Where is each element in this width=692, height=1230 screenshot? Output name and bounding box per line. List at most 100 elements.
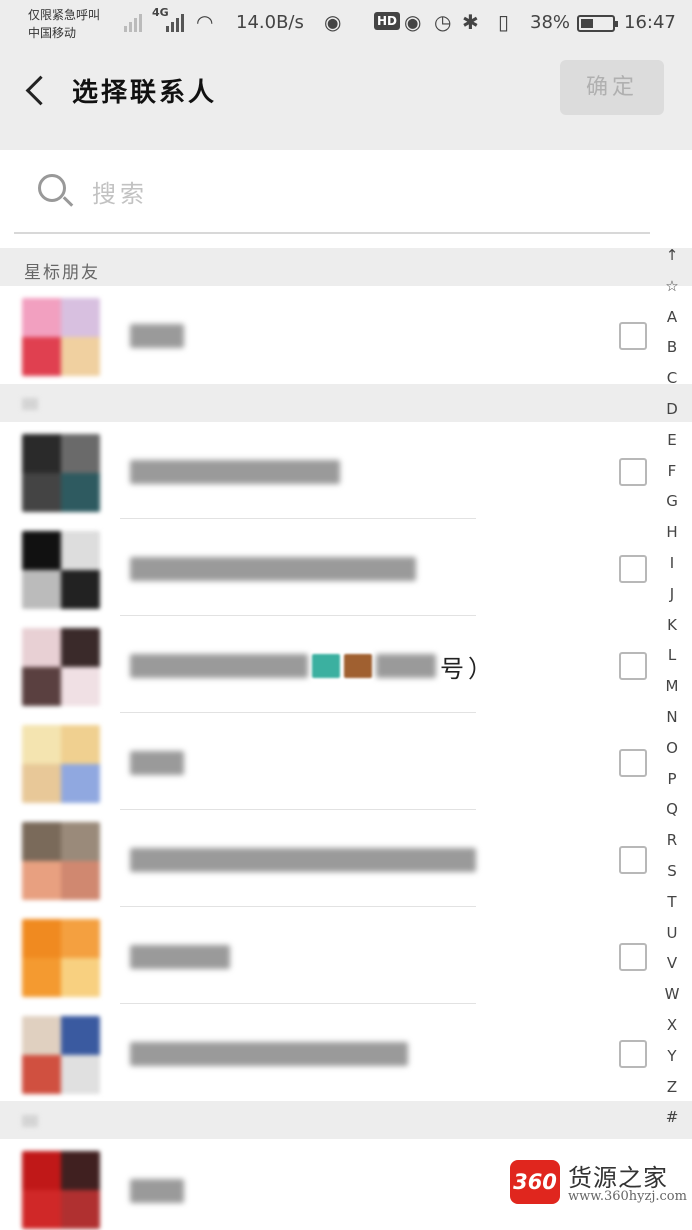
- index-letter[interactable]: #: [652, 1108, 692, 1126]
- contact-name: [130, 846, 476, 874]
- network-speed: 14.0B/s: [236, 12, 304, 33]
- alarm-icon: ◷: [434, 10, 452, 34]
- index-letter[interactable]: F: [652, 462, 692, 480]
- index-letter[interactable]: Y: [652, 1047, 692, 1065]
- contact-picker-screen: 仅限紧急呼叫 中国移动 4G ◠ 14.0B/s ◉ HD ◉ ◷ ✱ ▯ 38…: [0, 0, 692, 1230]
- index-letter[interactable]: Q: [652, 800, 692, 818]
- index-letter[interactable]: C: [652, 369, 692, 387]
- contact-checkbox[interactable]: [619, 1040, 647, 1068]
- avatar: [22, 919, 100, 997]
- search-icon: [38, 174, 74, 210]
- back-button[interactable]: [20, 70, 50, 110]
- contact-row[interactable]: 号）: [0, 616, 692, 713]
- vibrate-icon: ▯: [498, 10, 510, 34]
- carrier-name: 中国移动: [28, 26, 77, 40]
- battery-icon: [577, 15, 618, 32]
- watermark-title: 货源之家: [568, 1164, 668, 1192]
- section-label: 星标朋友: [24, 263, 100, 283]
- index-letter[interactable]: Z: [652, 1078, 692, 1096]
- avatar: [22, 434, 100, 512]
- contact-name: [130, 458, 340, 486]
- contact-row[interactable]: [0, 1004, 692, 1101]
- index-letter[interactable]: H: [652, 523, 692, 541]
- contact-name: [130, 555, 416, 583]
- signal-2-icon: [166, 12, 184, 32]
- contact-checkbox[interactable]: [619, 322, 647, 350]
- emoji-icon: [312, 654, 340, 678]
- watermark-url: www.360hyzj.com: [568, 1189, 687, 1204]
- index-letter[interactable]: A: [652, 308, 692, 326]
- contact-name: 号）: [130, 652, 496, 683]
- page-title: 选择联系人: [72, 78, 218, 108]
- emoji-icon: [344, 654, 372, 678]
- contact-checkbox[interactable]: [619, 846, 647, 874]
- contact-name: [130, 943, 230, 971]
- battery-percent: 38%: [530, 12, 571, 33]
- index-letter[interactable]: B: [652, 338, 692, 356]
- index-letter[interactable]: U: [652, 924, 692, 942]
- avatar: [22, 628, 100, 706]
- index-letter[interactable]: T: [652, 893, 692, 911]
- header-spacer: [0, 130, 692, 150]
- watermark-badge: 360: [510, 1160, 560, 1204]
- section-letter-blurred: [22, 1115, 38, 1127]
- section-header: [0, 384, 692, 422]
- contact-name-visible: 号）: [440, 654, 496, 683]
- index-letter[interactable]: J: [652, 585, 692, 603]
- avatar: [22, 725, 100, 803]
- contact-row[interactable]: [0, 422, 692, 519]
- contact-row[interactable]: [0, 713, 692, 810]
- search-bar: [0, 150, 692, 246]
- index-letter[interactable]: R: [652, 831, 692, 849]
- bluetooth-icon: ✱: [462, 10, 479, 34]
- index-letter[interactable]: X: [652, 1016, 692, 1034]
- contact-checkbox[interactable]: [619, 652, 647, 680]
- index-letter[interactable]: V: [652, 954, 692, 972]
- carrier-info: 仅限紧急呼叫 中国移动: [28, 6, 100, 42]
- index-letter[interactable]: O: [652, 739, 692, 757]
- contact-row[interactable]: [0, 907, 692, 1004]
- contact-name: [130, 1177, 184, 1205]
- avatar: [22, 531, 100, 609]
- status-bar: 仅限紧急呼叫 中国移动 4G ◠ 14.0B/s ◉ HD ◉ ◷ ✱ ▯ 38…: [0, 0, 692, 50]
- index-letter[interactable]: S: [652, 862, 692, 880]
- contact-row[interactable]: [0, 519, 692, 616]
- index-letter[interactable]: D: [652, 400, 692, 418]
- index-letter[interactable]: ☆: [652, 277, 692, 295]
- index-letter[interactable]: E: [652, 431, 692, 449]
- carrier-emergency-text: 仅限紧急呼叫: [28, 8, 101, 22]
- index-letter[interactable]: P: [652, 770, 692, 788]
- hd-badge: HD: [374, 12, 401, 30]
- contact-row[interactable]: [0, 810, 692, 907]
- index-letter[interactable]: I: [652, 554, 692, 572]
- index-letter[interactable]: K: [652, 616, 692, 634]
- avatar: [22, 822, 100, 900]
- search-input[interactable]: [92, 172, 552, 216]
- section-header-starred: 星标朋友: [0, 248, 692, 286]
- index-letter[interactable]: G: [652, 492, 692, 510]
- eye-icon: ◉: [404, 10, 422, 34]
- section-header: [0, 1101, 692, 1139]
- contact-checkbox[interactable]: [619, 749, 647, 777]
- nav-header: 选择联系人 确定: [0, 50, 692, 130]
- avatar: [22, 298, 100, 376]
- confirm-button[interactable]: 确定: [560, 60, 664, 115]
- contact-checkbox[interactable]: [619, 943, 647, 971]
- index-letter[interactable]: N: [652, 708, 692, 726]
- contact-row[interactable]: [0, 286, 692, 383]
- contact-name: [130, 749, 184, 777]
- contact-checkbox[interactable]: [619, 458, 647, 486]
- index-letter[interactable]: M: [652, 677, 692, 695]
- index-letter[interactable]: ↑: [652, 246, 692, 264]
- search-underline: [14, 232, 650, 234]
- wifi-icon: ◠: [196, 10, 214, 34]
- contact-name: [130, 1040, 408, 1068]
- contact-checkbox[interactable]: [619, 555, 647, 583]
- index-letter[interactable]: W: [652, 985, 692, 1003]
- avatar: [22, 1151, 100, 1229]
- signal-1-icon: [124, 12, 142, 32]
- watermark-logo: 360 货源之家 www.360hyzj.com: [508, 1156, 688, 1212]
- clock: 16:47: [624, 12, 676, 33]
- index-letter[interactable]: L: [652, 646, 692, 664]
- notification-icon: ◉: [324, 10, 342, 34]
